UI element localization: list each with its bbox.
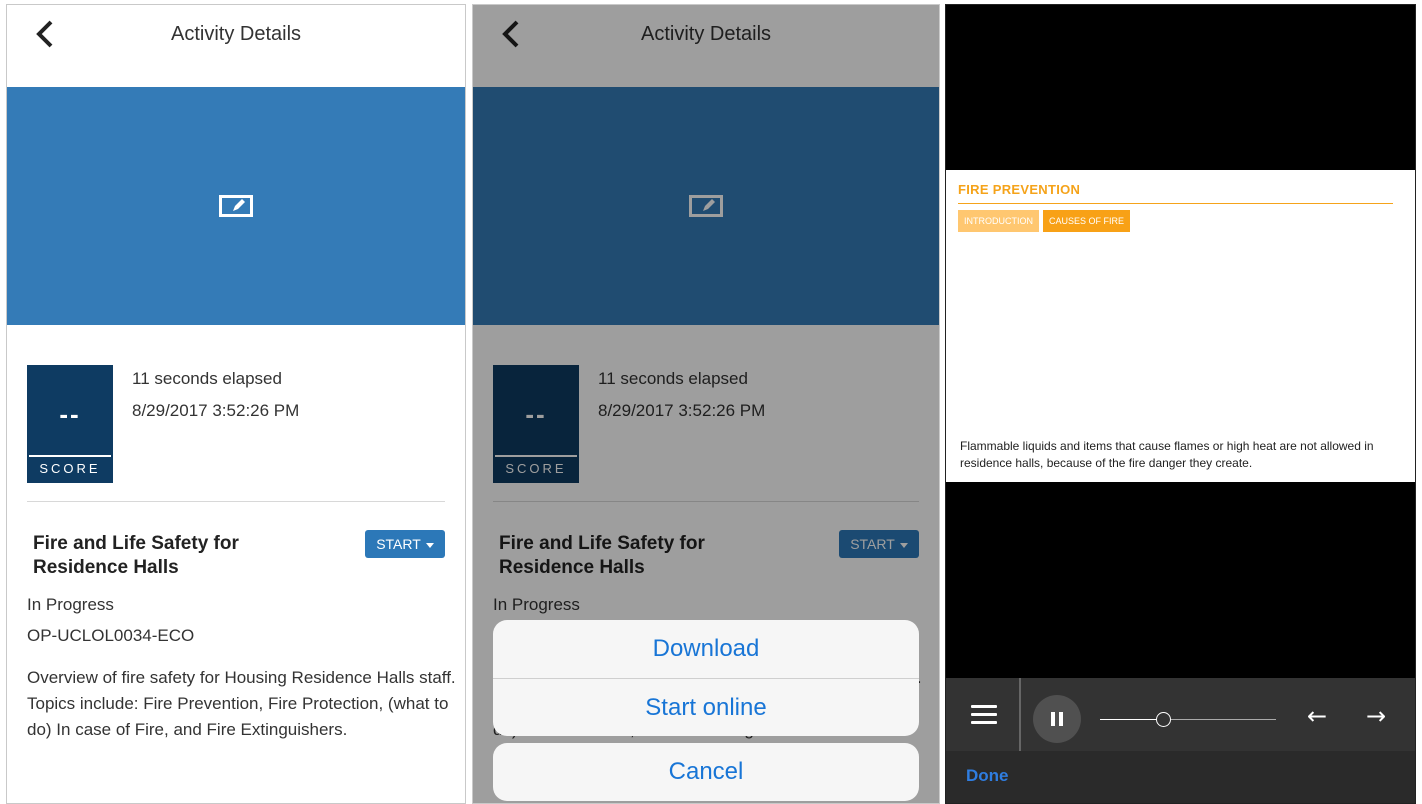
done-toolbar: Done <box>946 751 1415 803</box>
controls-divider <box>1019 678 1021 751</box>
activity-timestamp: 8/29/2017 3:52:26 PM <box>132 401 300 420</box>
slide-title: FIRE PREVENTION <box>958 182 1081 197</box>
slide-tab-introduction[interactable]: INTRODUCTION <box>958 210 1039 232</box>
elapsed-time: 11 seconds elapsed <box>132 369 282 388</box>
arrow-left-icon[interactable]: ← <box>1303 702 1331 730</box>
score-label: SCORE <box>29 455 111 481</box>
screenshot-canvas: Activity Details -- SCORE 11 seconds ela… <box>0 0 1422 804</box>
cancel-button[interactable]: Cancel <box>493 743 919 801</box>
slide-title-rule <box>958 203 1393 204</box>
score-badge: -- SCORE <box>27 365 113 483</box>
edit-screen-icon <box>219 195 253 217</box>
course-code: OP-UCLOL0034-ECO <box>27 626 195 645</box>
pause-icon-bar <box>1059 712 1063 726</box>
page-title: Activity Details <box>170 23 302 45</box>
hero-banner <box>7 87 465 325</box>
done-button[interactable]: Done <box>966 766 1009 786</box>
slide-tab-causes-of-fire[interactable]: CAUSES OF FIRE <box>1043 210 1131 232</box>
cancel-sheet: Cancel <box>493 743 919 801</box>
start-online-button[interactable]: Start online <box>493 679 919 736</box>
start-button-label: START <box>376 536 421 552</box>
course-description: Overview of fire safety for Housing Resi… <box>27 668 456 739</box>
nav-bar: Activity Details <box>7 5 465 87</box>
course-player-screen: FIRE PREVENTION INTRODUCTION CAUSES OF F… <box>945 4 1416 804</box>
course-status: In Progress <box>27 595 114 614</box>
action-sheet: Download Start online <box>493 620 919 736</box>
pause-button[interactable] <box>1033 695 1081 743</box>
course-title: Fire and Life Safety for Residence Halls <box>33 533 239 578</box>
start-dropdown-button[interactable]: START <box>365 530 445 558</box>
download-button[interactable]: Download <box>493 620 919 678</box>
score-value: -- <box>59 399 81 429</box>
course-slide: FIRE PREVENTION INTRODUCTION CAUSES OF F… <box>946 170 1415 482</box>
section-divider <box>27 501 445 502</box>
activity-details-action-sheet-screen: Activity Details -- SCORE 11 seconds ela… <box>472 4 940 804</box>
arrow-right-icon[interactable]: → <box>1362 702 1390 730</box>
player-controls-bar: ← → <box>946 678 1415 751</box>
seek-thumb[interactable] <box>1156 712 1172 727</box>
hamburger-menu-icon[interactable] <box>971 705 997 725</box>
activity-details-screen: Activity Details -- SCORE 11 seconds ela… <box>6 4 466 804</box>
seek-progress <box>1100 719 1164 720</box>
pause-icon <box>1051 712 1055 726</box>
slide-caption: Flammable liquids and items that cause f… <box>960 439 1374 470</box>
caret-down-icon <box>425 542 434 548</box>
seek-slider[interactable] <box>1100 712 1276 727</box>
